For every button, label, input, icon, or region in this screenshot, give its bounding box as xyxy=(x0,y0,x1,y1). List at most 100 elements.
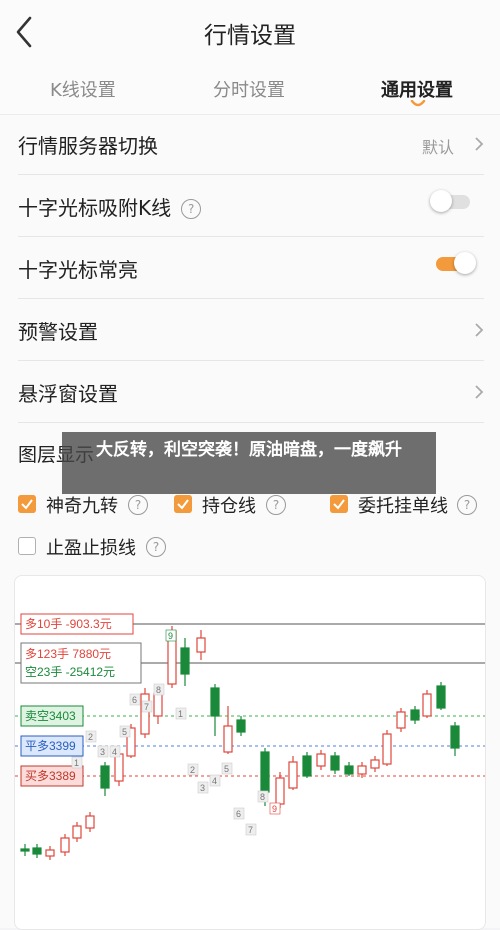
help-icon[interactable]: ? xyxy=(181,199,202,219)
line-label-sell: 卖空3403 xyxy=(25,709,76,723)
chevron-right-icon xyxy=(475,137,484,151)
line-label-long10: 多10手 -903.3元 xyxy=(25,617,112,631)
row-label: 悬浮窗设置 xyxy=(18,382,118,406)
checkbox-order-line[interactable]: 委托挂单线 ? xyxy=(330,492,480,518)
checkbox-checked-icon xyxy=(18,495,36,513)
nine-turn-mark: 7 xyxy=(248,825,253,835)
candle-body xyxy=(196,637,206,653)
chevron-right-icon xyxy=(475,385,484,399)
candle-body xyxy=(302,755,312,777)
checkbox-unchecked-icon xyxy=(18,537,36,555)
candle-body xyxy=(223,725,233,753)
line-label-long123: 多123手 7880元 xyxy=(25,647,111,661)
row-label: 预警设置 xyxy=(18,320,98,344)
header: 行情设置 xyxy=(0,0,500,65)
candle-body xyxy=(210,687,220,717)
candle-body xyxy=(20,848,30,852)
nine-turn-mark: 2 xyxy=(88,732,93,742)
row-value: 默认 xyxy=(421,138,454,157)
line-label-buy: 买多3389 xyxy=(25,769,76,783)
candle-body xyxy=(396,711,406,729)
checkbox-label: 神奇九转 xyxy=(46,496,118,517)
overlay-headline: 大反转，利空突袭！原油暗盘，一度飙升 xyxy=(96,440,402,460)
candle-body xyxy=(450,725,460,749)
checkbox-label: 持仓线 xyxy=(202,496,256,517)
nine-turn-mark: 1 xyxy=(74,758,79,768)
nine-turn-mark: 5 xyxy=(122,727,127,737)
candle-body xyxy=(370,759,380,769)
line-label-short23: 空23手 -25412元 xyxy=(25,665,115,679)
checkbox-checked-icon xyxy=(174,495,192,513)
candle-body xyxy=(180,647,190,675)
help-icon[interactable]: ? xyxy=(128,495,148,515)
checkbox-checked-icon xyxy=(330,495,348,513)
settings-page: 行情设置 K线设置 分时设置 通用设置 行情服务器切换 默认 十字光标吸附K线?… xyxy=(0,0,500,930)
toggle-knob xyxy=(454,252,476,274)
nine-turn-mark: 8 xyxy=(260,792,265,802)
candle-body xyxy=(357,765,367,775)
toggle-knob xyxy=(430,190,452,212)
candle-body xyxy=(140,693,150,735)
row-crosshair-always-on: 十字光标常亮 xyxy=(18,238,484,299)
news-overlay-banner[interactable]: 大反转，利空突袭！原油暗盘，一度飙升 xyxy=(62,432,436,494)
checkbox-label: 委托挂单线 xyxy=(358,496,448,517)
nine-turn-mark: 3 xyxy=(100,747,105,757)
page-title: 行情设置 xyxy=(204,23,296,49)
candle-body xyxy=(316,753,326,767)
checkbox-nine-turn[interactable]: 神奇九转 ? xyxy=(18,492,158,518)
crosshair-snap-toggle[interactable] xyxy=(430,190,470,212)
help-icon[interactable]: ? xyxy=(457,495,477,515)
row-quote-server[interactable]: 行情服务器切换 默认 xyxy=(18,114,484,175)
row-crosshair-snap: 十字光标吸附K线? xyxy=(18,176,484,237)
candle-body xyxy=(32,847,42,855)
chevron-right-icon xyxy=(475,323,484,337)
nine-turn-mark: 7 xyxy=(144,702,149,712)
candle-body xyxy=(45,849,55,857)
row-label: 十字光标吸附K线? xyxy=(18,192,202,221)
help-icon[interactable]: ? xyxy=(146,537,166,557)
row-label: 十字光标常亮 xyxy=(18,258,138,282)
nine-turn-mark: 4 xyxy=(212,776,217,786)
row-alert-settings[interactable]: 预警设置 xyxy=(18,300,484,361)
candle-body xyxy=(330,755,340,771)
candle-body xyxy=(275,777,285,805)
tab-kline-settings[interactable]: K线设置 xyxy=(50,76,116,102)
nine-turn-mark: 9 xyxy=(168,631,173,641)
tab-timeshare-settings[interactable]: 分时设置 xyxy=(213,76,285,102)
nine-turn-mark: 9 xyxy=(272,804,277,814)
candle-body xyxy=(236,719,246,733)
candle-body xyxy=(410,709,420,721)
candle-body xyxy=(382,733,392,765)
row-label: 行情服务器切换 xyxy=(18,134,158,158)
candle-body xyxy=(85,815,95,829)
nine-turn-mark: 6 xyxy=(236,809,241,819)
line-label-close: 平多3399 xyxy=(25,739,76,753)
tab-bar: K线设置 分时设置 通用设置 xyxy=(0,64,500,115)
candle-body xyxy=(344,765,354,775)
nine-turn-mark: 6 xyxy=(132,695,137,705)
nine-turn-mark: 5 xyxy=(224,764,229,774)
help-icon[interactable]: ? xyxy=(266,495,286,515)
tab-general-settings[interactable]: 通用设置 xyxy=(381,76,453,102)
candle-body xyxy=(100,765,110,789)
candle-body xyxy=(260,751,270,793)
checkbox-stop-loss-line[interactable]: 止盈止损线 ? xyxy=(18,534,178,560)
nine-turn-mark: 1 xyxy=(178,709,183,719)
checkbox-label: 止盈止损线 xyxy=(46,538,136,559)
nine-turn-mark: 8 xyxy=(156,685,161,695)
active-tab-indicator xyxy=(410,100,426,107)
checkbox-position-line[interactable]: 持仓线 ? xyxy=(174,492,314,518)
candle-body xyxy=(436,685,446,709)
kline-chart: 多10手 -903.3元多123手 7880元空23手 -25412元卖空340… xyxy=(15,613,485,860)
nine-turn-mark: 3 xyxy=(200,783,205,793)
row-floating-window[interactable]: 悬浮窗设置 xyxy=(18,362,484,423)
candle-body xyxy=(60,837,70,853)
chart-preview: 多10手 -903.3元 多123手 7880元 空23手 -25412元 卖空340… xyxy=(14,575,486,930)
nine-turn-mark: 4 xyxy=(112,747,117,757)
candle-body xyxy=(72,825,82,839)
nine-turn-mark: 2 xyxy=(190,765,195,775)
candle-body xyxy=(114,753,124,782)
crosshair-always-on-toggle[interactable] xyxy=(436,252,476,274)
candle-body xyxy=(153,693,163,717)
candle-body xyxy=(422,693,432,717)
